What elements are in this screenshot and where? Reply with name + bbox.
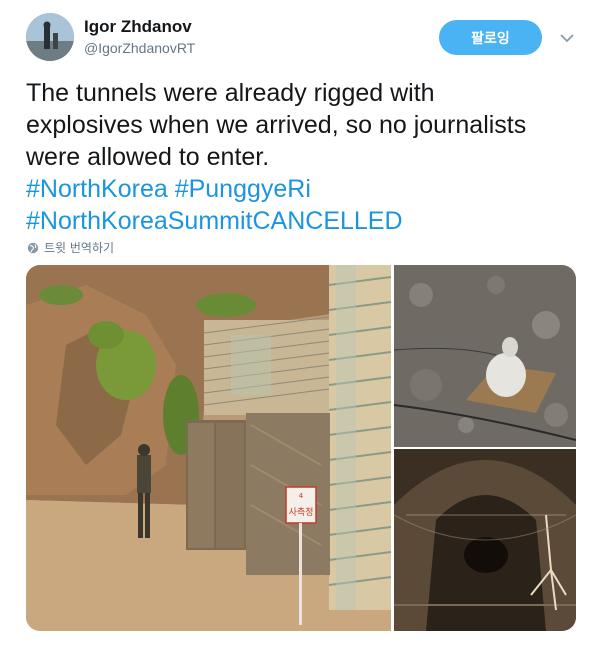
hashtag-link[interactable]: #NorthKorea — [26, 175, 168, 203]
tweet-text-line: The tunnels were already rigged with — [26, 79, 435, 107]
hashtag-link[interactable]: #NorthKoreaSummitCANCELLED — [26, 207, 403, 235]
globe-icon — [27, 242, 39, 253]
avatar[interactable] — [26, 13, 74, 61]
photo-tunnel-interior[interactable] — [393, 449, 576, 631]
user-display-name[interactable]: Igor Zhdanov — [84, 17, 192, 37]
tweet-text-line: were allowed to enter. — [26, 143, 270, 171]
hashtag-line: #NorthKorea #PunggyeRi — [26, 173, 586, 205]
following-button[interactable]: 팔로잉 — [439, 20, 542, 55]
chevron-down-icon[interactable] — [556, 27, 578, 49]
media-grid: 4 사측정 — [26, 265, 576, 631]
photo-tunnel-entrance[interactable]: 4 사측정 — [26, 265, 392, 631]
translate-tweet-link[interactable]: 트윗 번역하기 — [27, 239, 114, 256]
svg-text:사측정: 사측정 — [289, 507, 314, 518]
translate-label: 트윗 번역하기 — [44, 241, 115, 255]
tweet-text-line: explosives when we arrived, so no journa… — [26, 111, 527, 139]
photo-explosive-bag[interactable] — [393, 265, 576, 447]
svg-text:4: 4 — [299, 492, 304, 500]
user-handle[interactable]: @IgorZhdanovRT — [84, 40, 195, 56]
tweet-header: Igor Zhdanov @IgorZhdanovRT 팔로잉 — [0, 0, 606, 75]
hashtag-line: #NorthKoreaSummitCANCELLED — [26, 205, 586, 237]
hashtag-link[interactable]: #PunggyeRi — [175, 175, 311, 203]
tweet-text: The tunnels were already rigged with exp… — [26, 77, 586, 237]
